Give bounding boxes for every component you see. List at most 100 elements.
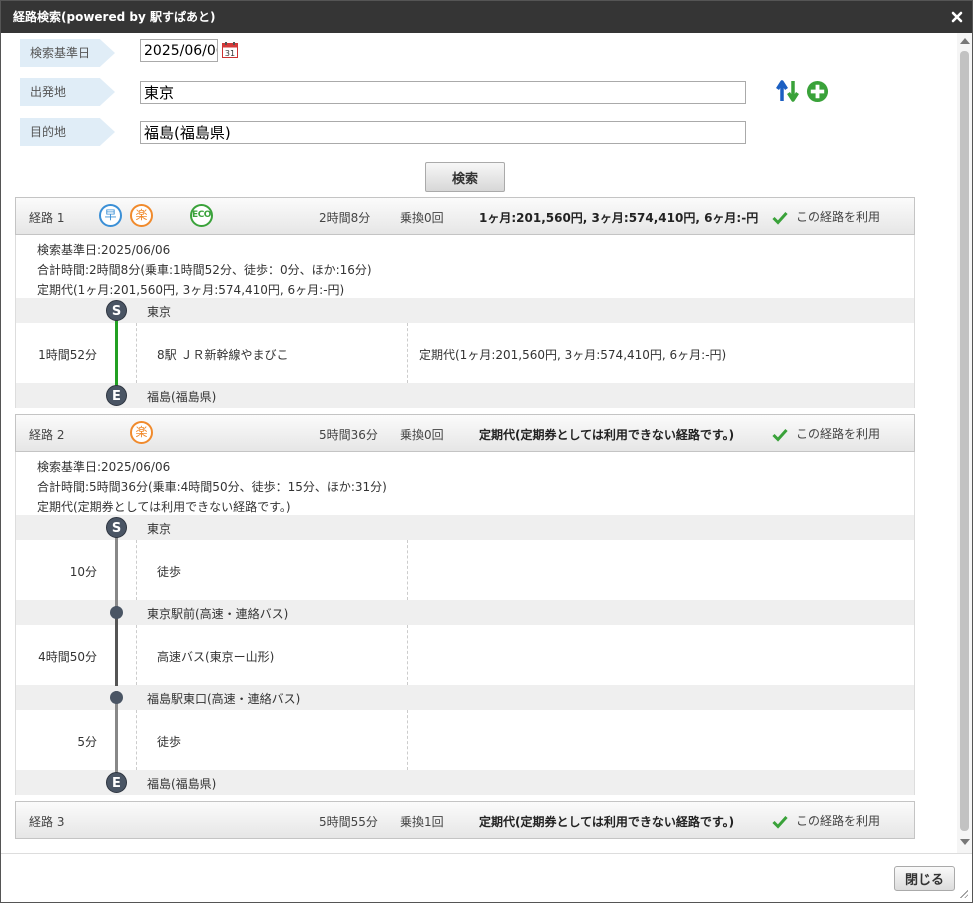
fastest-badge-icon: 早 (99, 204, 122, 227)
check-icon (772, 211, 788, 225)
segment-duration: 5分 (77, 735, 97, 749)
divider (136, 710, 137, 770)
use-route-label: この経路を利用 (796, 427, 881, 441)
segment-row: 10分 徒歩 (16, 540, 914, 600)
route-name: 経路 1 (29, 211, 65, 225)
swap-icon[interactable] (776, 79, 800, 103)
use-route-button[interactable]: この経路を利用 (772, 425, 880, 442)
route-1-header[interactable]: 経路 1 早 楽 ECO 2時間8分 乗換0回 1ヶ月:201,560円, 3ヶ… (15, 197, 915, 235)
dialog-content: 検索基準日 31 出発地 目的地 検索 経路 1 早 楽 ECO 2時間8分 (1, 33, 957, 853)
station-name: 福島(福島県) (147, 777, 217, 791)
date-label: 検索基準日 (20, 39, 115, 67)
base-date: 検索基準日:2025/06/06 (37, 460, 171, 474)
date-input[interactable] (140, 39, 218, 62)
route-transfers: 乗換1回 (400, 815, 444, 829)
end-marker-icon: E (106, 385, 127, 406)
start-marker-icon: S (106, 517, 127, 538)
from-label: 出発地 (20, 78, 115, 106)
use-route-button[interactable]: この経路を利用 (772, 208, 880, 225)
segment-duration: 1時間52分 (38, 348, 97, 362)
commuter-fare: 定期代(1ヶ月:201,560円, 3ヶ月:574,410円, 6ヶ月:-円) (37, 283, 345, 297)
station-row: 東京 (16, 515, 914, 540)
dialog-titlebar[interactable]: 経路検索(powered by 駅すぱあと) (1, 1, 972, 33)
divider (136, 323, 137, 383)
stop-marker-icon (110, 691, 123, 704)
commuter-fare: 定期代(定期券としては利用できない経路です。) (37, 500, 291, 514)
resize-grip-icon[interactable] (959, 889, 968, 898)
segment-line: 8駅 ＪＲ新幹線やまびこ (157, 348, 289, 362)
divider (407, 710, 408, 770)
segment-row: 5分 徒歩 (16, 710, 914, 770)
divider (407, 540, 408, 600)
check-icon (772, 815, 788, 829)
dialog-footer: 閉じる (1, 853, 972, 902)
route-1-detail: 検索基準日:2025/06/06 合計時間:2時間8分(乗車:1時間52分、徒歩… (15, 235, 915, 408)
scroll-up-icon[interactable] (960, 38, 970, 44)
use-route-button[interactable]: この経路を利用 (772, 812, 880, 829)
dialog-title: 経路検索(powered by 駅すぱあと) (13, 10, 216, 24)
stop-marker-icon (110, 606, 123, 619)
station-name: 東京駅前(高速・連絡バス) (147, 607, 289, 621)
end-marker-icon: E (106, 772, 127, 793)
svg-text:31: 31 (225, 49, 235, 58)
segment-row: 1時間52分 8駅 ＪＲ新幹線やまびこ 定期代(1ヶ月:201,560円, 3ヶ… (16, 323, 914, 383)
segment-line: 高速バス(東京ー山形) (157, 650, 275, 664)
scrollbar-thumb[interactable] (960, 51, 969, 831)
calendar-icon[interactable]: 31 (222, 42, 238, 58)
eco-badge-icon: ECO (190, 204, 213, 227)
segment-duration: 10分 (69, 565, 97, 579)
segment-line: 徒歩 (157, 735, 182, 749)
divider (407, 323, 408, 383)
easiest-badge-icon: 楽 (130, 421, 153, 444)
vertical-scrollbar[interactable] (957, 33, 972, 853)
route-fare: 1ヶ月:201,560円, 3ヶ月:574,410円, 6ヶ月:-円 (479, 211, 759, 225)
segment-fare: 定期代(1ヶ月:201,560円, 3ヶ月:574,410円, 6ヶ月:-円) (419, 348, 727, 362)
total-time: 合計時間:5時間36分(乗車:4時間50分、徒歩：15分、ほか:31分) (37, 480, 387, 494)
route-time: 2時間8分 (319, 211, 371, 225)
station-name: 福島駅東口(高速・連絡バス) (147, 692, 301, 706)
station-name: 東京 (147, 522, 172, 536)
station-name: 福島(福島県) (147, 390, 217, 404)
use-route-label: この経路を利用 (796, 814, 881, 828)
station-name: 東京 (147, 305, 172, 319)
route-3-header[interactable]: 経路 3 5時間55分 乗換1回 定期代(定期券としては利用できない経路です。)… (15, 801, 915, 839)
route-fare: 定期代(定期券としては利用できない経路です。) (479, 428, 735, 442)
add-icon[interactable] (806, 80, 829, 103)
walk-line (115, 534, 118, 606)
route-transfers: 乗換0回 (400, 211, 444, 225)
route-2-header[interactable]: 経路 2 楽 5時間36分 乗換0回 定期代(定期券としては利用できない経路です… (15, 414, 915, 452)
shinkansen-line (115, 317, 118, 389)
segment-duration: 4時間50分 (38, 650, 97, 664)
route-2-detail: 検索基準日:2025/06/06 合計時間:5時間36分(乗車:4時間50分、徒… (15, 452, 915, 795)
divider (136, 540, 137, 600)
from-input[interactable] (140, 81, 746, 104)
divider (407, 625, 408, 685)
route-fare: 定期代(定期券としては利用できない経路です。) (479, 815, 735, 829)
route-time: 5時間36分 (319, 428, 378, 442)
check-icon (772, 428, 788, 442)
segment-line: 徒歩 (157, 565, 182, 579)
easiest-badge-icon: 楽 (130, 204, 153, 227)
station-row: 東京駅前(高速・連絡バス) (16, 600, 914, 625)
route-name: 経路 3 (29, 815, 65, 829)
close-icon[interactable] (950, 10, 964, 24)
to-label: 目的地 (20, 118, 115, 146)
total-time: 合計時間:2時間8分(乗車:1時間52分、徒歩：0分、ほか:16分) (37, 263, 372, 277)
divider (136, 625, 137, 685)
route-name: 経路 2 (29, 428, 65, 442)
route-time: 5時間55分 (319, 815, 378, 829)
station-row: 東京 (16, 298, 914, 323)
base-date: 検索基準日:2025/06/06 (37, 243, 171, 257)
station-row: 福島駅東口(高速・連絡バス) (16, 685, 914, 710)
use-route-label: この経路を利用 (796, 210, 881, 224)
scroll-down-icon[interactable] (960, 839, 970, 845)
station-row: 福島(福島県) (16, 770, 914, 795)
start-marker-icon: S (106, 300, 127, 321)
route-search-dialog: 経路検索(powered by 駅すぱあと) 検索基準日 31 出発地 目的地 … (0, 0, 973, 903)
route-transfers: 乗換0回 (400, 428, 444, 442)
station-row: 福島(福島県) (16, 383, 914, 408)
close-button[interactable]: 閉じる (894, 866, 955, 891)
search-button[interactable]: 検索 (425, 162, 505, 192)
segment-row: 4時間50分 高速バス(東京ー山形) (16, 625, 914, 685)
to-input[interactable] (140, 121, 746, 144)
